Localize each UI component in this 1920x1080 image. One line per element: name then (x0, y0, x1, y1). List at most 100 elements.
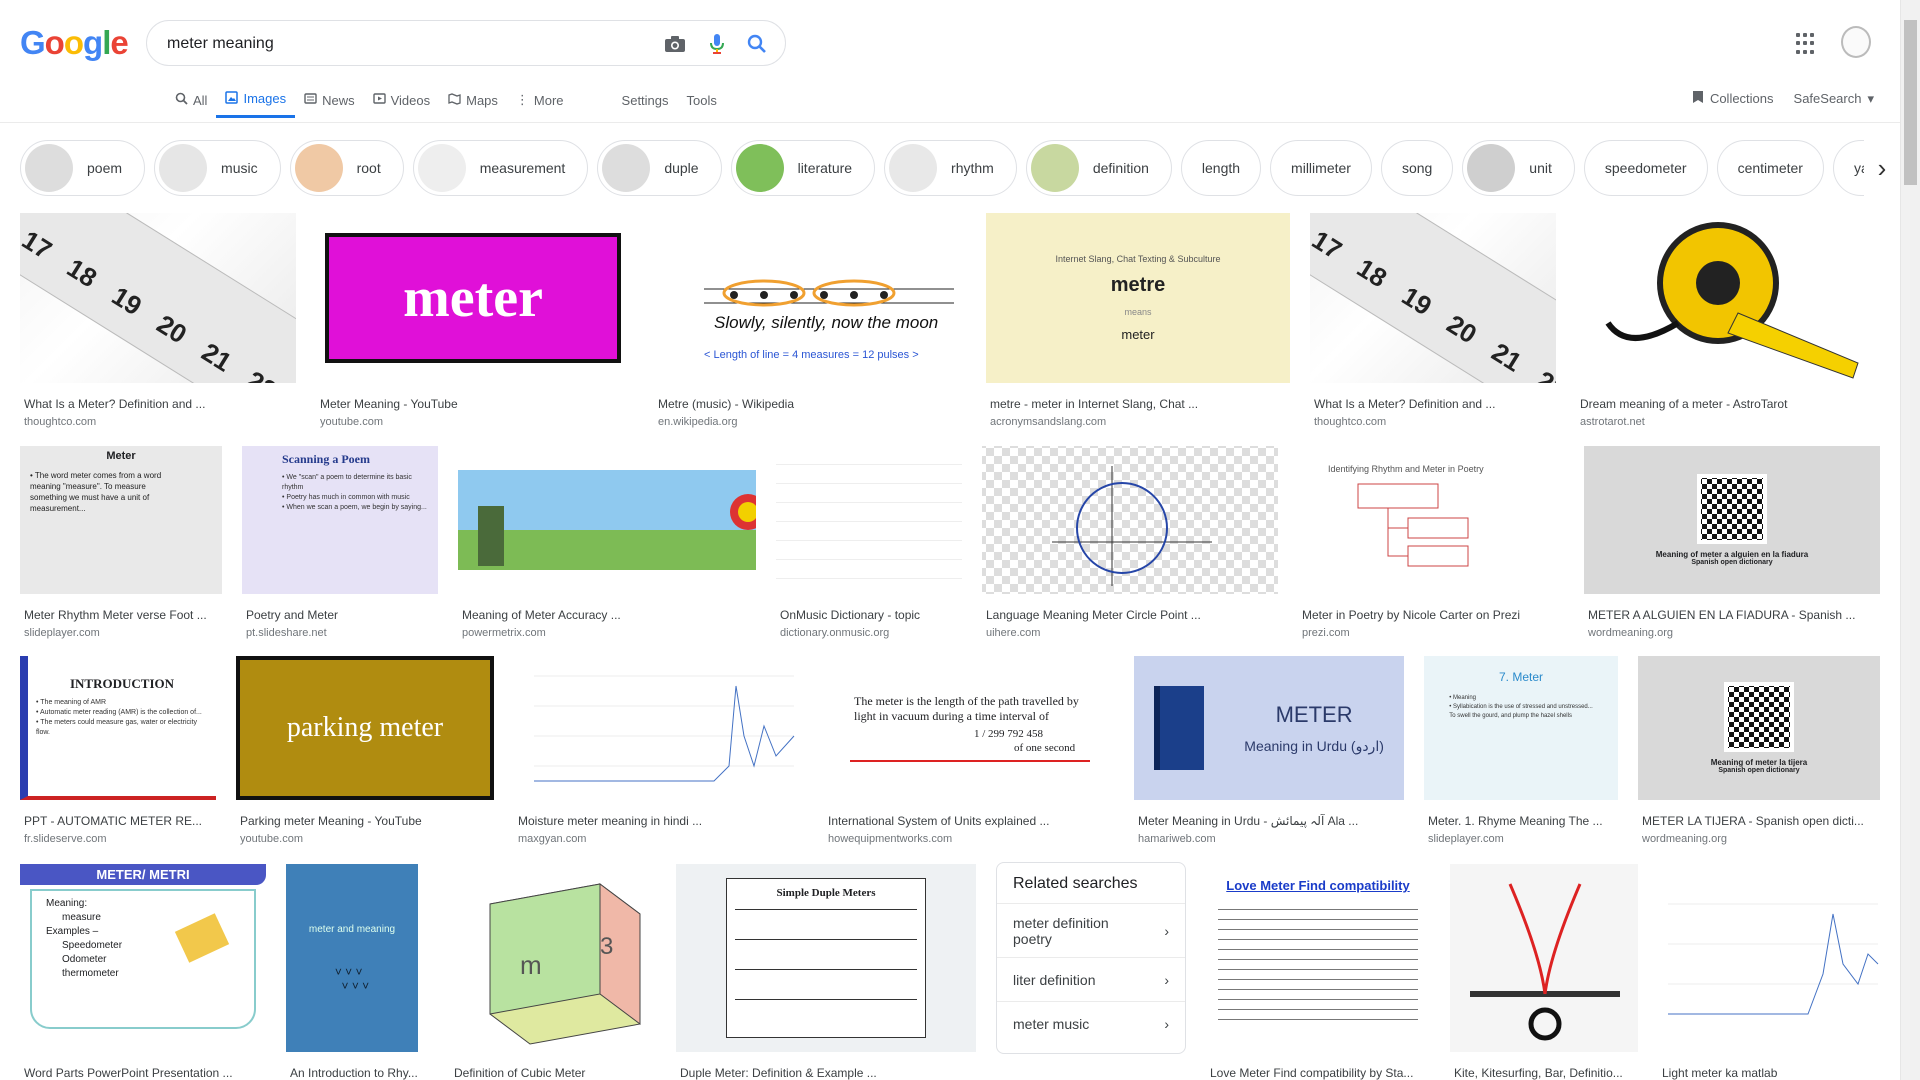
image-result[interactable]: Meaning of meter a alguien en la fiadura… (1584, 446, 1880, 640)
image-result[interactable]: Meaning of Meter Accuracy ... powermetrix… (458, 446, 756, 640)
page-scrollbar[interactable] (1900, 0, 1920, 1080)
image-result[interactable]: meter Meter Meaning - YouTube youtube.com (316, 213, 630, 429)
result-thumbnail[interactable]: Meaning of meter la tijera Spanish open d… (1638, 656, 1880, 800)
search-input[interactable] (167, 31, 647, 57)
tab-more[interactable]: ⋮ More (507, 82, 573, 118)
result-title[interactable]: Meaning of Meter Accuracy ... (462, 608, 756, 622)
related-search-item[interactable]: meter music › (997, 1002, 1185, 1046)
result-source[interactable]: youtube.com (240, 833, 303, 845)
result-title[interactable]: Parking meter Meaning - YouTube (240, 814, 494, 828)
image-result[interactable]: Meaning of meter la tijera Spanish open d… (1638, 656, 1880, 846)
result-source[interactable]: prezi.com (1302, 627, 1350, 639)
chip-duple[interactable]: duple (597, 140, 722, 196)
image-result[interactable]: Light meter ka matlab (1658, 864, 1880, 1080)
google-logo[interactable]: Google (20, 24, 129, 62)
apps-grid-icon[interactable] (1796, 33, 1818, 55)
tab-all[interactable]: All (166, 82, 216, 118)
result-title[interactable]: Dream meaning of a meter - AstroTarot (1580, 397, 1880, 411)
image-result[interactable]: Scanning a Poem • We "scan" a poem to det… (242, 446, 438, 640)
result-title[interactable]: What Is a Meter? Definition and ... (1314, 397, 1556, 411)
chip-literature[interactable]: literature (730, 140, 876, 196)
image-result[interactable]: OnMusic Dictionary - topic dictionary.onm… (776, 446, 962, 640)
result-source[interactable]: youtube.com (320, 416, 383, 428)
chip-definition[interactable]: definition (1025, 140, 1172, 196)
result-thumbnail[interactable]: Identifying Rhythm and Meter in Poetry (1298, 446, 1564, 594)
chip-length[interactable]: length (1180, 140, 1262, 196)
result-title[interactable]: What Is a Meter? Definition and ... (24, 397, 296, 411)
chip-poem[interactable]: poem (20, 140, 146, 196)
chip-music[interactable]: music (154, 140, 281, 196)
chip-rhythm[interactable]: rhythm (884, 140, 1017, 196)
result-thumbnail[interactable] (1658, 864, 1880, 1052)
chip-root[interactable]: root (289, 140, 404, 196)
result-title[interactable]: METER LA TIJERA - Spanish open dicti... (1642, 814, 1880, 828)
image-result[interactable]: 7. Meter • Meaning • Syllabication is the … (1424, 656, 1618, 846)
chip-measurement[interactable]: measurement (412, 140, 589, 196)
result-title[interactable]: metre - meter in Internet Slang, Chat ..… (990, 397, 1290, 411)
camera-icon[interactable] (663, 32, 687, 56)
result-thumbnail[interactable] (458, 446, 756, 594)
result-title[interactable]: Love Meter Find compatibility by Sta... (1210, 1066, 1430, 1080)
result-source[interactable]: pt.slideshare.net (246, 627, 327, 639)
image-result[interactable]: Internet Slang, Chat Texting & Subcultur… (986, 213, 1290, 429)
result-thumbnail[interactable] (1576, 213, 1880, 383)
search-box[interactable] (146, 20, 786, 66)
image-result[interactable]: Love Meter Find compatibility Love Meter … (1206, 864, 1430, 1080)
result-title[interactable]: Metre (music) - Wikipedia (658, 397, 962, 411)
image-result[interactable]: Identifying Rhythm and Meter in Poetry Me… (1298, 446, 1564, 640)
result-thumbnail[interactable]: meter and meaning ˅ ˅ ˅ ˅ ˅ ˅ (286, 864, 418, 1052)
result-thumbnail[interactable] (1450, 864, 1638, 1052)
result-title[interactable]: Kite, Kitesurfing, Bar, Definitio... (1454, 1066, 1638, 1080)
image-result[interactable]: m 3 Definition of Cubic Meter (450, 864, 656, 1080)
result-thumbnail[interactable]: Simple Duple Meters (676, 864, 976, 1052)
result-thumbnail[interactable]: 171819202122 (20, 213, 296, 383)
result-title[interactable]: Meter Meaning - YouTube (320, 397, 630, 411)
result-thumbnail[interactable]: Slowly, silently, now the moon < Length o… (654, 213, 962, 383)
result-title[interactable]: Light meter ka matlab (1662, 1066, 1880, 1080)
result-thumbnail[interactable]: m3 (450, 864, 656, 1052)
result-thumbnail[interactable]: Meaning of meter a alguien en la fiadura… (1584, 446, 1880, 594)
result-title[interactable]: METER A ALGUIEN EN LA FIADURA - Spanish … (1588, 608, 1880, 622)
chip-millimeter[interactable]: millimeter (1270, 140, 1372, 196)
result-title[interactable]: Word Parts PowerPoint Presentation ... (24, 1066, 266, 1080)
result-thumbnail[interactable]: 7. Meter • Meaning • Syllabication is the … (1424, 656, 1618, 800)
image-result[interactable]: METER/ METRI Meaning: measure Examples – Spe… (20, 864, 266, 1080)
tools-link[interactable]: Tools (678, 82, 726, 118)
image-result[interactable]: Moisture meter meaning in hindi ... maxgy… (514, 656, 804, 846)
result-source[interactable]: slideplayer.com (24, 627, 100, 639)
image-result[interactable]: Slowly, silently, now the moon < Length o… (654, 213, 962, 429)
search-icon[interactable] (745, 32, 769, 56)
tab-news[interactable]: News (295, 82, 364, 118)
image-result[interactable]: 171819202122 What Is a Meter? Definition … (1310, 213, 1556, 429)
result-title[interactable]: Moisture meter meaning in hindi ... (518, 814, 804, 828)
image-result[interactable]: Dream meaning of a meter - AstroTarot ast… (1576, 213, 1880, 429)
result-thumbnail[interactable] (776, 446, 962, 594)
result-thumbnail[interactable]: Love Meter Find compatibility (1206, 864, 1430, 1052)
result-thumbnail[interactable]: Scanning a Poem • We "scan" a poem to det… (242, 446, 438, 594)
chip-unit[interactable]: unit (1462, 140, 1575, 196)
result-source[interactable]: hamariweb.com (1138, 833, 1216, 845)
result-thumbnail[interactable]: meter (316, 213, 630, 383)
image-result[interactable]: Language Meaning Meter Circle Point ... u… (982, 446, 1278, 640)
result-thumbnail[interactable]: METER Meaning in Urdu (اردو) (1134, 656, 1404, 800)
result-source[interactable]: maxgyan.com (518, 833, 586, 845)
result-title[interactable]: Definition of Cubic Meter (454, 1066, 656, 1080)
related-search-item[interactable]: liter definition › (997, 958, 1185, 1002)
result-source[interactable]: en.wikipedia.org (658, 416, 738, 428)
result-title[interactable]: Meter. 1. Rhyme Meaning The ... (1428, 814, 1618, 828)
image-result[interactable]: Simple Duple Meters Duple Meter: Definiti… (676, 864, 976, 1080)
image-result[interactable]: 171819202122 What Is a Meter? Definition … (20, 213, 296, 429)
result-thumbnail[interactable]: The meter is the length of the path trav… (824, 656, 1114, 800)
result-title[interactable]: Duple Meter: Definition & Example ... (680, 1066, 976, 1080)
result-source[interactable]: dictionary.onmusic.org (780, 627, 889, 639)
result-source[interactable]: slideplayer.com (1428, 833, 1504, 845)
settings-link[interactable]: Settings (613, 82, 678, 118)
result-thumbnail[interactable]: METER/ METRI Meaning: measure Examples – Spe… (20, 864, 266, 1052)
chevron-right-icon[interactable]: › (1864, 140, 1900, 196)
tab-videos[interactable]: Videos (364, 82, 440, 118)
result-title[interactable]: Poetry and Meter (246, 608, 438, 622)
result-source[interactable]: howequipmentworks.com (828, 833, 952, 845)
result-title[interactable]: PPT - AUTOMATIC METER RE... (24, 814, 216, 828)
result-thumbnail[interactable]: INTRODUCTION • The meaning of AMR • Automa… (20, 656, 216, 800)
result-source[interactable]: acronymsandslang.com (990, 416, 1106, 428)
